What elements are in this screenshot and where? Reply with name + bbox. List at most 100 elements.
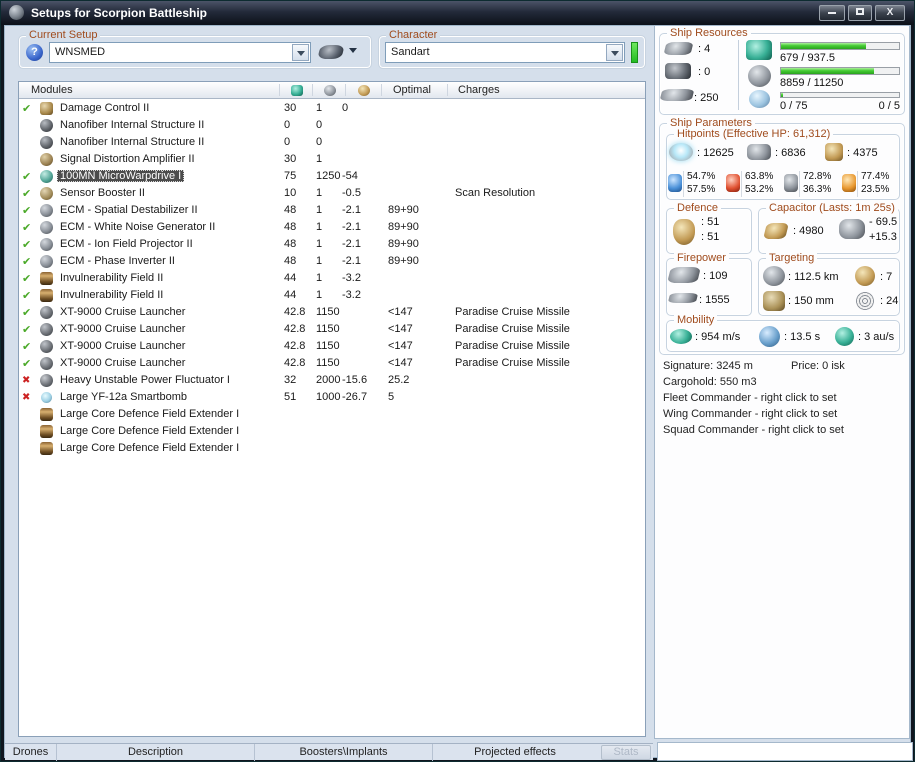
table-row[interactable]: Large Core Defence Field Extender I — [19, 440, 645, 457]
table-row[interactable]: Signal Distortion Amplifier II 30 1 — [19, 151, 645, 168]
kinetic-armor-resist: 36.3% — [803, 184, 832, 195]
header-separator — [345, 84, 346, 96]
charges-column-header[interactable]: Charges — [458, 84, 500, 96]
table-row[interactable]: ECM - Phase Inverter II 48 1 -2.1 89+90 — [19, 253, 645, 270]
cap-drain-value: - 69.5 — [869, 216, 898, 228]
module-powergrid: 1250 — [316, 170, 341, 182]
module-optimal: 5 — [388, 391, 395, 403]
character-dropdown-arrow-icon[interactable] — [606, 44, 623, 61]
setup-dropdown-arrow-icon[interactable] — [292, 44, 309, 61]
table-row[interactable]: Large YF-12a Smartbomb 51 1000 -26.7 5 — [19, 389, 645, 406]
table-row[interactable]: Large Core Defence Field Extender I — [19, 406, 645, 423]
module-powergrid: 1 — [316, 255, 323, 267]
module-charge[interactable]: Paradise Cruise Missile — [455, 323, 570, 335]
table-row[interactable]: Nanofiber Internal Structure II 0 0 — [19, 134, 645, 151]
module-charge[interactable]: Scan Resolution — [455, 187, 535, 199]
module-name[interactable]: Nanofiber Internal Structure II — [57, 119, 207, 131]
module-name[interactable]: Signal Distortion Amplifier II — [57, 153, 198, 165]
module-status-icon — [22, 357, 36, 370]
module-cpu: 0 — [284, 119, 291, 131]
fleet-commander-setting[interactable]: Fleet Commander - right click to set — [663, 392, 837, 404]
minimize-icon — [828, 12, 836, 14]
module-charge[interactable]: Paradise Cruise Missile — [455, 357, 570, 369]
module-name[interactable]: Large Core Defence Field Extender I — [57, 425, 242, 437]
modules-column-header[interactable]: Modules — [31, 84, 73, 96]
tab-boosters-implants[interactable]: Boosters\Implants — [255, 744, 433, 761]
tab-description[interactable]: Description — [57, 744, 255, 761]
window-body: Current Setup ? WNSMED Character Sandart… — [4, 25, 913, 761]
maximize-button[interactable] — [848, 5, 872, 21]
bottom-right-panel — [657, 742, 913, 761]
explosive-resist-cell: 77.4% 23.5% — [842, 171, 900, 197]
calibration-value: : 250 — [694, 92, 719, 104]
table-row[interactable]: Large Core Defence Field Extender I — [19, 423, 645, 440]
explosive-resist-icon — [842, 174, 856, 192]
module-status-icon — [22, 374, 36, 386]
module-name[interactable]: Invulnerability Field II — [57, 272, 166, 284]
module-name[interactable]: ECM - Phase Inverter II — [57, 255, 178, 267]
cap-recharge-icon — [839, 219, 865, 239]
module-name[interactable]: XT-9000 Cruise Launcher — [57, 357, 188, 369]
table-row[interactable]: Invulnerability Field II 44 1 -3.2 — [19, 270, 645, 287]
close-button[interactable]: X — [875, 5, 905, 21]
ship-icon — [317, 45, 345, 59]
ship-menu-button[interactable] — [317, 45, 357, 62]
table-row[interactable]: XT-9000 Cruise Launcher 42.8 1150 <147 P… — [19, 355, 645, 372]
table-row[interactable]: ECM - Ion Field Projector II 48 1 -2.1 8… — [19, 236, 645, 253]
table-row[interactable]: Sensor Booster II 10 1 -0.5 Scan Resolut… — [19, 185, 645, 202]
table-row[interactable]: XT-9000 Cruise Launcher 42.8 1150 <147 P… — [19, 321, 645, 338]
module-name[interactable]: XT-9000 Cruise Launcher — [57, 306, 188, 318]
module-status-icon — [22, 221, 36, 234]
help-icon[interactable]: ? — [26, 44, 43, 61]
volley-icon — [667, 293, 699, 303]
module-name[interactable]: Sensor Booster II — [57, 187, 148, 199]
wing-commander-setting[interactable]: Wing Commander - right click to set — [663, 408, 837, 420]
module-name[interactable]: ECM - Spatial Destabilizer II — [57, 204, 201, 216]
table-row[interactable]: XT-9000 Cruise Launcher 42.8 1150 <147 P… — [19, 304, 645, 321]
tab-projected-effects[interactable]: Projected effects — [433, 744, 597, 761]
module-type-icon — [40, 204, 53, 217]
minimize-button[interactable] — [819, 5, 845, 21]
module-name[interactable]: Large YF-12a Smartbomb — [57, 391, 190, 403]
module-cap-use: -3.2 — [342, 272, 361, 284]
module-name[interactable]: Large Core Defence Field Extender I — [57, 442, 242, 454]
setup-combobox[interactable]: WNSMED — [49, 42, 311, 63]
drone-icon — [749, 90, 770, 108]
module-charge[interactable]: Paradise Cruise Missile — [455, 306, 570, 318]
module-powergrid: 0 — [316, 136, 323, 148]
table-row[interactable]: XT-9000 Cruise Launcher 42.8 1150 <147 P… — [19, 338, 645, 355]
price-value: Price: 0 isk — [791, 360, 845, 372]
firepower-group: Firepower : 109 : 1555 — [666, 252, 752, 316]
module-name[interactable]: XT-9000 Cruise Launcher — [57, 323, 188, 335]
module-status-icon — [22, 306, 36, 319]
kinetic-shield-resist: 72.8% — [803, 171, 832, 182]
stats-button[interactable]: Stats — [601, 745, 651, 760]
optimal-column-header[interactable]: Optimal — [393, 84, 431, 96]
table-row[interactable]: Damage Control II 30 1 0 — [19, 100, 645, 117]
module-name[interactable]: Nanofiber Internal Structure II — [57, 136, 207, 148]
table-row[interactable]: Invulnerability Field II 44 1 -3.2 — [19, 287, 645, 304]
module-name[interactable]: Heavy Unstable Power Fluctuator I — [57, 374, 233, 386]
module-name[interactable]: Damage Control II — [57, 102, 152, 114]
module-status-icon — [22, 340, 36, 353]
table-row[interactable]: Heavy Unstable Power Fluctuator I 32 200… — [19, 372, 645, 389]
table-row[interactable]: Nanofiber Internal Structure II 0 0 — [19, 117, 645, 134]
table-row[interactable]: 100MN MicroWarpdrive I 75 1250 -54 — [19, 168, 645, 185]
module-name[interactable]: Invulnerability Field II — [57, 289, 166, 301]
squad-commander-setting[interactable]: Squad Commander - right click to set — [663, 424, 844, 436]
module-name[interactable]: Large Core Defence Field Extender I — [57, 408, 242, 420]
table-row[interactable]: ECM - Spatial Destabilizer II 48 1 -2.1 … — [19, 202, 645, 219]
module-name[interactable]: ECM - Ion Field Projector II — [57, 238, 196, 250]
defence-armor-value: : 51 — [701, 231, 720, 243]
character-combobox[interactable]: Sandart — [385, 42, 625, 63]
align-time-value: : 13.5 s — [784, 331, 821, 343]
module-name[interactable]: XT-9000 Cruise Launcher — [57, 340, 188, 352]
powergrid-icon — [324, 85, 336, 96]
defence-shield-value: : 51 — [701, 216, 720, 228]
module-name[interactable]: ECM - White Noise Generator II — [57, 221, 218, 233]
title-bar[interactable]: Setups for Scorpion Battleship X — [1, 1, 914, 25]
table-row[interactable]: ECM - White Noise Generator II 48 1 -2.1… — [19, 219, 645, 236]
module-charge[interactable]: Paradise Cruise Missile — [455, 340, 570, 352]
tab-drones[interactable]: Drones — [5, 744, 57, 761]
module-name[interactable]: 100MN MicroWarpdrive I — [57, 170, 185, 182]
